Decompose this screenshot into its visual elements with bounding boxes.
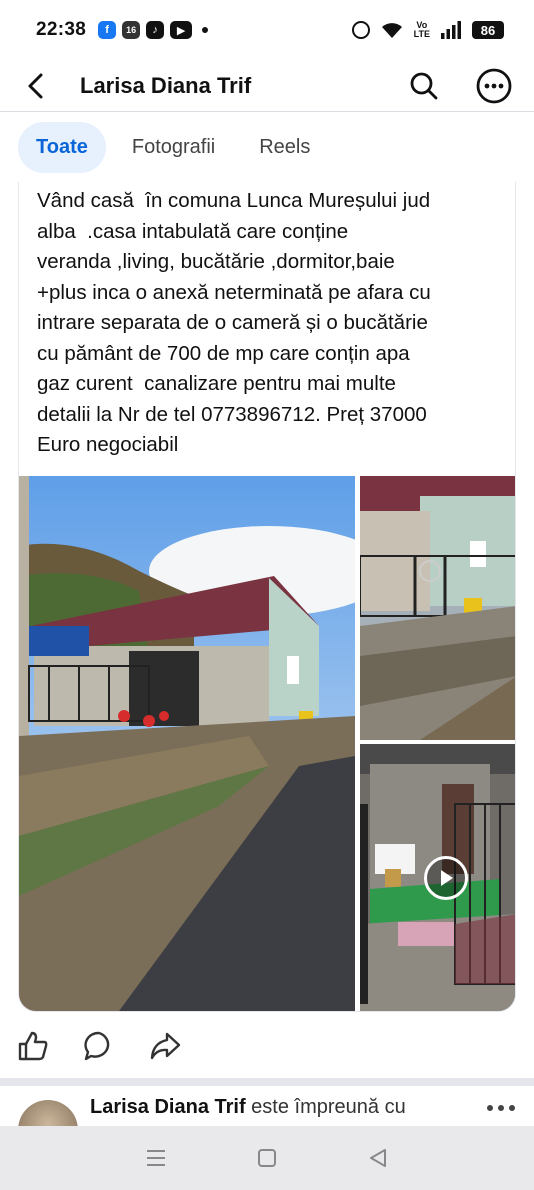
back-arrow-icon <box>28 73 43 98</box>
volte-indicator: Vo LTE <box>414 21 430 39</box>
tab-reels[interactable]: Reels <box>241 122 328 173</box>
like-button[interactable] <box>16 1029 50 1063</box>
youtube-icon: ▶ <box>170 21 193 39</box>
status-bar: 22:38 f 16 ♪ ▶ Vo LTE 86 <box>0 0 534 60</box>
profile-tabs: Toate Fotografii Reels <box>0 112 534 182</box>
like-icon <box>18 1031 48 1061</box>
status-time: 22:38 <box>36 19 87 40</box>
comment-button[interactable] <box>82 1029 116 1063</box>
feed-separator <box>0 1078 534 1086</box>
post-actions <box>0 1018 534 1074</box>
status-app-icons: f 16 ♪ ▶ <box>98 21 209 39</box>
next-post-suffix: este împreună cu <box>245 1096 406 1118</box>
alarm-icon <box>351 21 370 39</box>
status-indicators: Vo LTE 86 <box>351 21 504 39</box>
header-actions <box>404 66 514 106</box>
wifi-icon <box>381 23 402 38</box>
tab-toate[interactable]: Toate <box>18 121 106 173</box>
menu-lines-icon <box>146 1150 165 1166</box>
next-post-author[interactable]: Larisa Diana Trif <box>90 1096 246 1118</box>
more-options-icon <box>476 68 512 103</box>
system-nav-bar <box>0 1126 534 1190</box>
facebook-icon: f <box>98 21 117 39</box>
share-button[interactable] <box>148 1029 182 1063</box>
comment-icon <box>84 1031 110 1061</box>
more-horizontal-icon <box>487 1105 515 1111</box>
play-icon <box>441 870 453 886</box>
system-back-button[interactable] <box>358 1138 398 1178</box>
triangle-back-icon <box>370 1149 387 1167</box>
battery-level: 86 <box>472 21 504 39</box>
post-text: Vând casă în comuna Lunca Mureșului jud … <box>37 189 431 456</box>
avatar[interactable] <box>18 1100 78 1126</box>
signal-icon <box>441 21 461 39</box>
home-button[interactable] <box>247 1138 287 1178</box>
next-post-more-button[interactable] <box>486 1100 516 1118</box>
share-icon <box>150 1032 181 1060</box>
photo-grid <box>19 476 515 1011</box>
next-post-header: Larisa Diana Trif este împreună cu <box>0 1086 534 1126</box>
volte-line2: LTE <box>413 29 430 39</box>
post-card: Vând casă în comuna Lunca Mureșului jud … <box>18 182 516 1012</box>
notification-badge-icon: 16 <box>122 21 141 39</box>
search-icon <box>410 72 438 99</box>
recent-apps-button[interactable] <box>136 1138 176 1178</box>
search-button[interactable] <box>404 66 444 106</box>
house-gate-photo[interactable] <box>360 476 515 740</box>
next-post-title: Larisa Diana Trif este împreună cu <box>90 1096 406 1119</box>
play-video-button[interactable] <box>424 856 468 900</box>
back-button[interactable] <box>16 66 56 106</box>
profile-header: Larisa Diana Trif <box>0 60 534 112</box>
house-street-photo[interactable] <box>19 476 355 1011</box>
more-options-button[interactable] <box>474 66 514 106</box>
tiktok-icon: ♪ <box>146 21 165 39</box>
page-title: Larisa Diana Trif <box>80 72 252 98</box>
house-veranda-video[interactable] <box>360 744 515 1011</box>
tab-fotografii[interactable]: Fotografii <box>114 122 233 173</box>
home-square-icon <box>257 1149 276 1167</box>
more-notifications-dot <box>202 27 209 33</box>
